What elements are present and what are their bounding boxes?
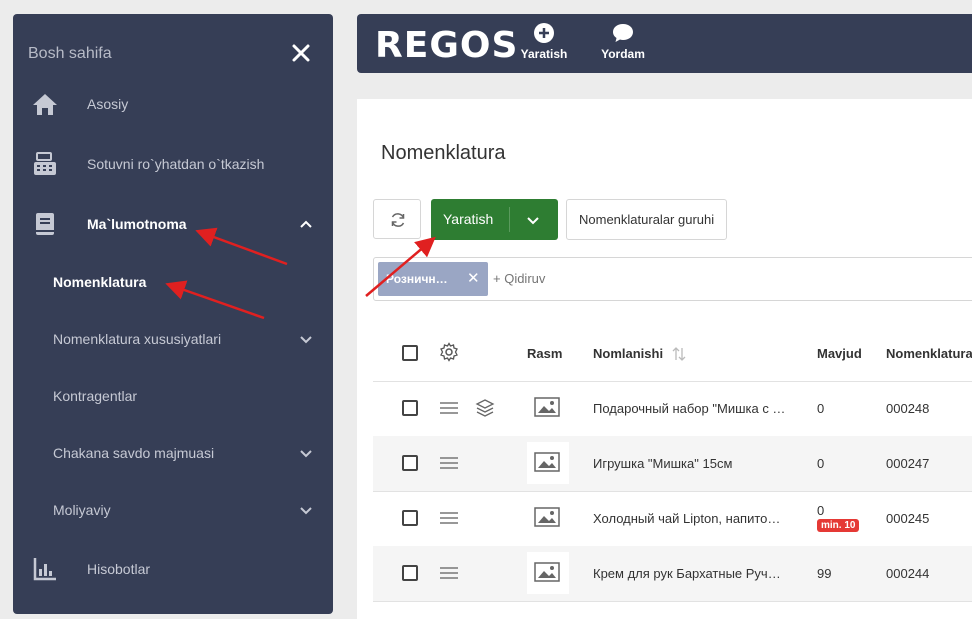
groups-button[interactable]: Nomenklaturalar guruhi bbox=[566, 199, 728, 240]
sidebar-item-asosiy[interactable]: Asosiy bbox=[13, 84, 333, 124]
table-header: Rasm Nomlanishi Mavjud Nomenklatura bbox=[373, 325, 972, 382]
filter-chip-label: Розничн… bbox=[386, 272, 448, 286]
filter-chip[interactable]: Розничн… ✕ bbox=[378, 262, 488, 296]
drag-handle-icon[interactable] bbox=[440, 401, 458, 415]
drag-handle-icon[interactable] bbox=[440, 566, 458, 580]
sidebar-sub-label: Nomenklatura xususiyatlari bbox=[53, 331, 222, 347]
table-row[interactable]: Холодный чай Lipton, напито… 0 min. 10 0… bbox=[373, 491, 972, 547]
close-icon[interactable]: ✕ bbox=[467, 269, 480, 287]
product-code: 000247 bbox=[886, 456, 930, 471]
sidebar-sub-kontragentlar[interactable]: Kontragentlar bbox=[13, 376, 333, 416]
product-name[interactable]: Крем для рук Бархатные Руч… bbox=[593, 566, 793, 581]
table-row[interactable]: Игрушка "Мишка" 15см 0 000247 bbox=[373, 436, 972, 492]
product-image[interactable] bbox=[527, 552, 569, 594]
product-image[interactable] bbox=[527, 497, 569, 539]
chevron-down-icon[interactable] bbox=[298, 445, 314, 461]
row-checkbox[interactable] bbox=[402, 510, 418, 526]
search-input[interactable] bbox=[493, 271, 793, 286]
sidebar: Bosh sahifa Asosiy Sotuvni ro`yhatdan o`… bbox=[13, 14, 333, 614]
help-label: Yordam bbox=[601, 47, 645, 61]
plus-circle-icon bbox=[534, 23, 554, 43]
filter-bar: Розничн… ✕ bbox=[373, 257, 972, 301]
product-stock: 0 bbox=[817, 456, 825, 471]
drag-handle-icon[interactable] bbox=[440, 511, 458, 525]
sidebar-sub-nomenklatura-xususiyatlari[interactable]: Nomenklatura xususiyatlari bbox=[13, 319, 333, 359]
close-icon[interactable] bbox=[290, 42, 312, 64]
chart-icon bbox=[33, 558, 56, 581]
product-name[interactable]: Игрушка "Мишка" 15см bbox=[593, 456, 793, 471]
create-top-button[interactable]: Yaratish bbox=[514, 22, 574, 61]
chevron-down-icon[interactable] bbox=[525, 212, 541, 228]
table-row[interactable]: Крем для рук Бархатные Руч… 99 000244 bbox=[373, 546, 972, 602]
column-header-code: Nomenklatura bbox=[886, 346, 972, 361]
help-button[interactable]: Yordam bbox=[593, 22, 653, 61]
top-bar: REGOS Yaratish Yordam bbox=[357, 14, 972, 73]
image-placeholder-icon bbox=[534, 562, 560, 582]
sidebar-item-hisobotlar[interactable]: Hisobotlar bbox=[13, 549, 333, 589]
product-name[interactable]: Подарочный набор "Мишка с … bbox=[593, 401, 793, 416]
drag-handle-icon[interactable] bbox=[440, 456, 458, 470]
page-title: Nomenklatura bbox=[381, 142, 506, 164]
image-placeholder-icon bbox=[534, 452, 560, 472]
chevron-up-icon[interactable] bbox=[298, 216, 314, 232]
product-stock: 99 bbox=[817, 566, 832, 581]
create-top-label: Yaratish bbox=[520, 47, 568, 61]
sidebar-item-label: Asosiy bbox=[87, 96, 129, 112]
sidebar-sub-moliyaviy[interactable]: Moliyaviy bbox=[13, 490, 333, 530]
book-icon bbox=[36, 213, 54, 235]
gear-icon[interactable] bbox=[439, 342, 459, 362]
create-button-label: Yaratish bbox=[443, 211, 494, 227]
select-all-checkbox[interactable] bbox=[402, 345, 418, 361]
table-row[interactable]: Подарочный набор "Мишка с … 0 000248 bbox=[373, 381, 972, 437]
row-checkbox[interactable] bbox=[402, 455, 418, 471]
image-placeholder-icon bbox=[534, 507, 560, 527]
min-stock-badge: min. 10 bbox=[817, 519, 860, 532]
row-checkbox[interactable] bbox=[402, 565, 418, 581]
sidebar-sub-chakana[interactable]: Chakana savdo majmuasi bbox=[13, 433, 333, 473]
sidebar-item-label: Sotuvni ro`yhatdan o`tkazish bbox=[87, 156, 265, 172]
sort-icon[interactable] bbox=[671, 346, 687, 362]
sidebar-sub-nomenklatura[interactable]: Nomenklatura bbox=[13, 262, 333, 302]
sidebar-sub-label: Chakana savdo majmuasi bbox=[53, 445, 215, 461]
sidebar-sub-label: Moliyaviy bbox=[53, 502, 111, 518]
chat-bubble-icon bbox=[613, 24, 633, 42]
product-name[interactable]: Холодный чай Lipton, напито… bbox=[593, 511, 793, 526]
row-checkbox[interactable] bbox=[402, 400, 418, 416]
refresh-button[interactable] bbox=[373, 199, 421, 239]
home-link[interactable]: Bosh sahifa bbox=[28, 45, 112, 63]
column-header-image: Rasm bbox=[527, 346, 563, 361]
sidebar-item-malumotnoma[interactable]: Ma`lumotnoma bbox=[13, 204, 333, 244]
sidebar-item-label: Hisobotlar bbox=[87, 561, 151, 577]
refresh-icon bbox=[391, 213, 405, 227]
chevron-down-icon[interactable] bbox=[298, 502, 314, 518]
layers-icon[interactable] bbox=[475, 398, 495, 418]
button-divider bbox=[509, 207, 510, 232]
sidebar-item-sotuv[interactable]: Sotuvni ro`yhatdan o`tkazish bbox=[13, 144, 333, 184]
home-icon bbox=[33, 94, 57, 115]
logo[interactable]: REGOS bbox=[375, 25, 518, 66]
sidebar-sub-label: Nomenklatura bbox=[53, 274, 147, 290]
product-image[interactable] bbox=[527, 442, 569, 484]
product-stock: 0 bbox=[817, 401, 825, 416]
chevron-down-icon[interactable] bbox=[298, 331, 314, 347]
product-code: 000248 bbox=[886, 401, 930, 416]
content-panel: Nomenklatura Yaratish Nomenklaturalar gu… bbox=[357, 99, 972, 619]
product-image[interactable] bbox=[527, 387, 569, 429]
column-header-stock: Mavjud bbox=[817, 346, 862, 361]
sidebar-sub-label: Kontragentlar bbox=[53, 388, 138, 404]
product-code: 000244 bbox=[886, 566, 930, 581]
column-header-name[interactable]: Nomlanishi bbox=[593, 346, 663, 361]
create-button[interactable]: Yaratish bbox=[431, 199, 558, 240]
image-placeholder-icon bbox=[534, 397, 560, 417]
sidebar-item-label: Ma`lumotnoma bbox=[87, 216, 187, 232]
cash-register-icon bbox=[34, 152, 56, 175]
product-stock: 0 bbox=[817, 503, 825, 518]
product-code: 000245 bbox=[886, 511, 930, 526]
